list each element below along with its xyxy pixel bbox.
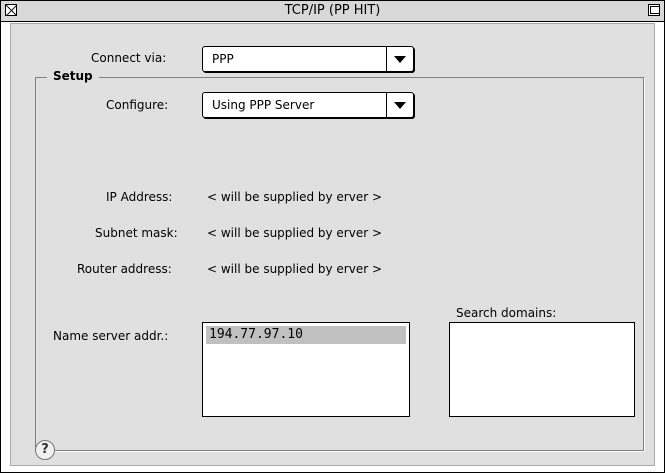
configure-label: Configure: — [106, 98, 169, 112]
tcpip-window: TCP/IP (PP HIT) Connect via: PPP Setup C… — [0, 0, 665, 473]
search-domains-label: Search domains: — [456, 306, 557, 320]
search-domains-list[interactable] — [449, 322, 635, 417]
window-title: TCP/IP (PP HIT) — [284, 3, 381, 18]
configure-popup[interactable]: Using PPP Server — [202, 92, 414, 118]
ip-address-value: < will be supplied by erver > — [207, 190, 383, 204]
subnet-mask-label: Subnet mask: — [95, 226, 178, 240]
ip-address-label: IP Address: — [106, 190, 173, 204]
chevron-down-icon[interactable] — [386, 47, 413, 71]
list-item[interactable]: 194.77.97.10 — [206, 326, 406, 344]
chevron-down-icon[interactable] — [386, 93, 413, 117]
help-icon[interactable]: ? — [35, 440, 55, 460]
connect-via-value: PPP — [212, 52, 234, 66]
name-server-list[interactable]: 194.77.97.10 — [202, 322, 410, 417]
connect-via-label: Connect via: — [91, 51, 167, 65]
name-server-label: Name server addr.: — [53, 329, 169, 343]
title-bar[interactable]: TCP/IP (PP HIT) — [1, 1, 664, 22]
router-address-value: < will be supplied by erver > — [207, 262, 383, 276]
setup-group-title: Setup — [47, 69, 99, 83]
subnet-mask-value: < will be supplied by erver > — [207, 226, 383, 240]
configure-value: Using PPP Server — [212, 98, 315, 112]
zoom-box-icon[interactable] — [648, 4, 660, 16]
connect-via-popup[interactable]: PPP — [202, 46, 414, 72]
window-content: Connect via: PPP Setup Configure: Using … — [10, 23, 655, 466]
router-address-label: Router address: — [77, 262, 172, 276]
